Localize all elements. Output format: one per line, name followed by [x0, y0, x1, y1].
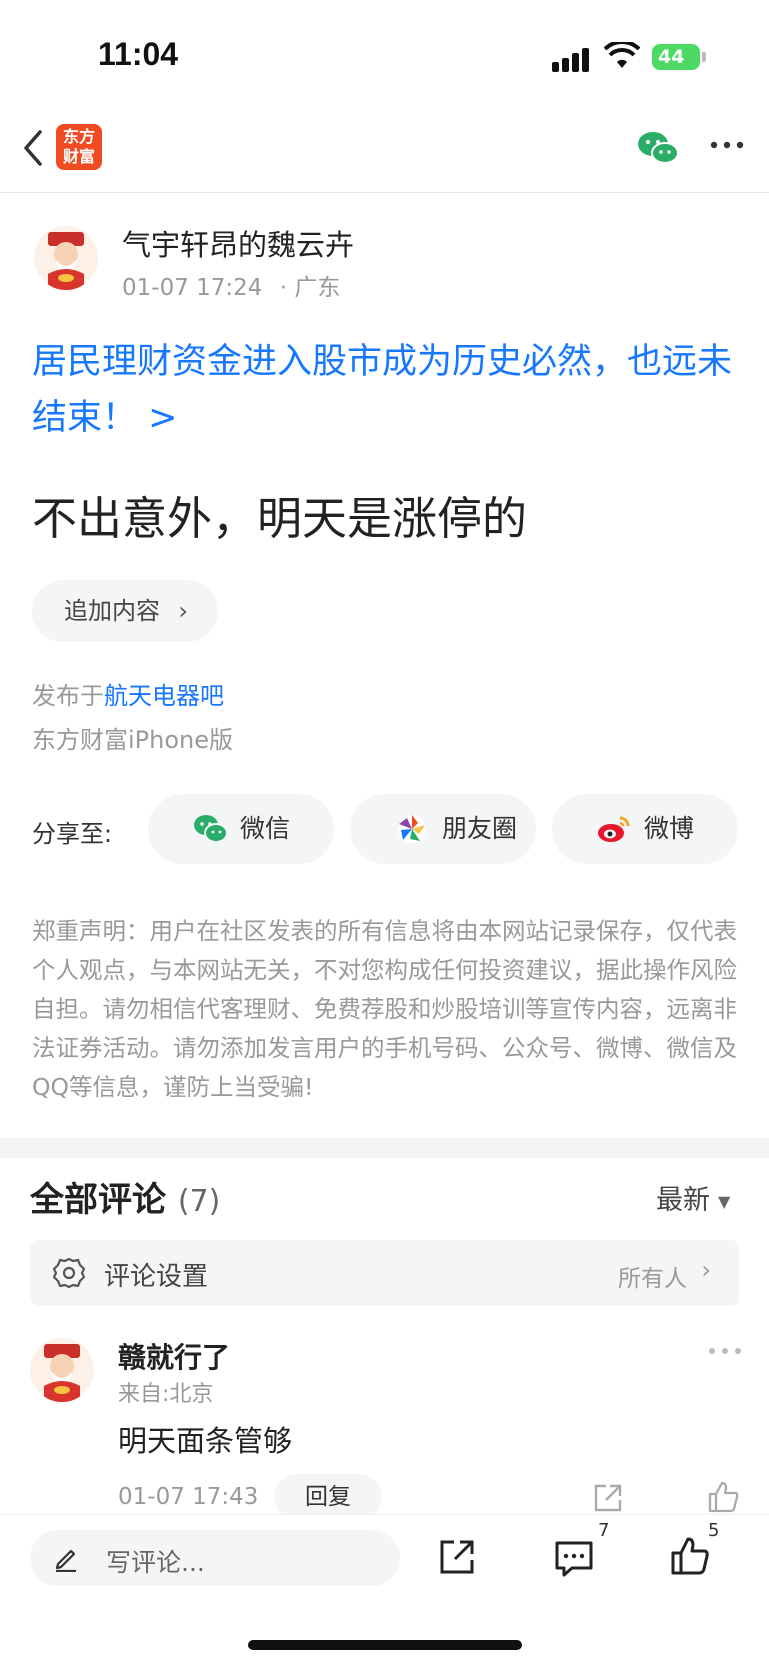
- post-title-link[interactable]: 居民理财资金进入股市成为历史必然，也远未结束！ >: [32, 334, 742, 446]
- status-time: 11:04: [98, 36, 179, 72]
- comment-time: 01-07 17:43: [118, 1484, 259, 1510]
- battery-tip: [702, 52, 706, 62]
- comment-settings-value: 所有人: [618, 1266, 687, 1292]
- comment-input-placeholder: 写评论...: [106, 1548, 205, 1577]
- logo-text-top: 东方: [62, 127, 95, 146]
- chevron-right-icon: ›: [178, 597, 188, 625]
- comment-settings-row[interactable]: 评论设置 所有人 ›: [30, 1240, 739, 1306]
- author-avatar[interactable]: [34, 226, 98, 290]
- comments-heading: 全部评论 (7): [30, 1172, 220, 1221]
- caret-down-icon: ▼: [718, 1192, 731, 1211]
- battery-icon: 44: [652, 44, 700, 70]
- commenter-avatar[interactable]: [30, 1338, 94, 1402]
- comment-text: 明天面条管够: [118, 1424, 293, 1458]
- commenter-name[interactable]: 赣就行了: [118, 1336, 230, 1376]
- comment-like-icon[interactable]: [706, 1480, 740, 1514]
- author-name[interactable]: 气宇轩昂的魏云卉: [122, 222, 354, 264]
- bar-link[interactable]: 航天电器吧: [104, 682, 224, 710]
- moments-icon: [398, 815, 426, 843]
- pencil-icon: [55, 1549, 76, 1572]
- wechat-icon: [194, 815, 228, 843]
- disclaimer-text: 郑重声明：用户在社区发表的所有信息将由本网站记录保存，仅代表个人观点，与本网站无…: [32, 917, 737, 1101]
- comment-more-icon[interactable]: [708, 1346, 742, 1356]
- fortune-god-avatar-icon: [48, 232, 84, 290]
- post-meta: 01-07 17:24 · 广东: [122, 268, 340, 302]
- eastmoney-logo[interactable]: 东方 财富: [56, 124, 102, 170]
- weibo-icon: [598, 816, 630, 842]
- like-icon[interactable]: [670, 1536, 710, 1576]
- share-wechat-label: 微信: [240, 814, 291, 843]
- share-moments-label: 朋友圈: [442, 814, 518, 843]
- comment-location: 来自:北京: [118, 1382, 214, 1407]
- more-options-icon[interactable]: [710, 140, 744, 150]
- comment-count-badge: 7: [598, 1520, 610, 1541]
- comment-icon[interactable]: [554, 1540, 594, 1578]
- gear-icon: [52, 1257, 86, 1289]
- comments-count: (7): [177, 1184, 221, 1219]
- post-body: 不出意外，明天是涨停的: [32, 492, 528, 545]
- section-separator: [0, 1138, 769, 1158]
- comment-input[interactable]: 写评论...: [30, 1530, 400, 1586]
- post-time: 01-07 17:24: [122, 275, 263, 301]
- sort-dropdown[interactable]: 最新 ▼: [656, 1178, 730, 1217]
- comment-settings-label: 评论设置: [104, 1262, 209, 1292]
- nav-divider: [0, 192, 769, 193]
- cellular-signal-icon: [552, 46, 592, 72]
- comments-heading-label: 全部评论: [30, 1180, 166, 1220]
- share-weibo-label: 微博: [644, 814, 695, 843]
- share-weibo-button[interactable]: 微博: [552, 794, 738, 864]
- share-icon[interactable]: [438, 1538, 476, 1576]
- wifi-icon: [604, 42, 640, 68]
- posted-in: 发布于航天电器吧: [32, 676, 224, 711]
- posted-prefix: 发布于: [32, 682, 104, 710]
- wechat-share-icon[interactable]: [636, 128, 680, 168]
- fortune-god-avatar-icon: [44, 1344, 80, 1402]
- chevron-right-icon: ›: [701, 1256, 711, 1284]
- share-moments-button[interactable]: 朋友圈: [350, 794, 536, 864]
- append-content-button[interactable]: 追加内容 ›: [32, 580, 218, 642]
- logo-text-bottom: 财富: [62, 147, 95, 166]
- sort-label: 最新: [656, 1185, 710, 1216]
- share-wechat-button[interactable]: 微信: [148, 794, 334, 864]
- share-label: 分享至:: [32, 820, 113, 848]
- post-client: 东方财富iPhone版: [32, 726, 234, 754]
- like-count-badge: 5: [708, 1520, 720, 1541]
- post-location: · 广东: [279, 275, 341, 301]
- comment-share-icon[interactable]: [592, 1482, 624, 1514]
- append-content-label: 追加内容: [64, 597, 160, 625]
- home-indicator[interactable]: [248, 1640, 522, 1650]
- back-icon[interactable]: [20, 128, 46, 168]
